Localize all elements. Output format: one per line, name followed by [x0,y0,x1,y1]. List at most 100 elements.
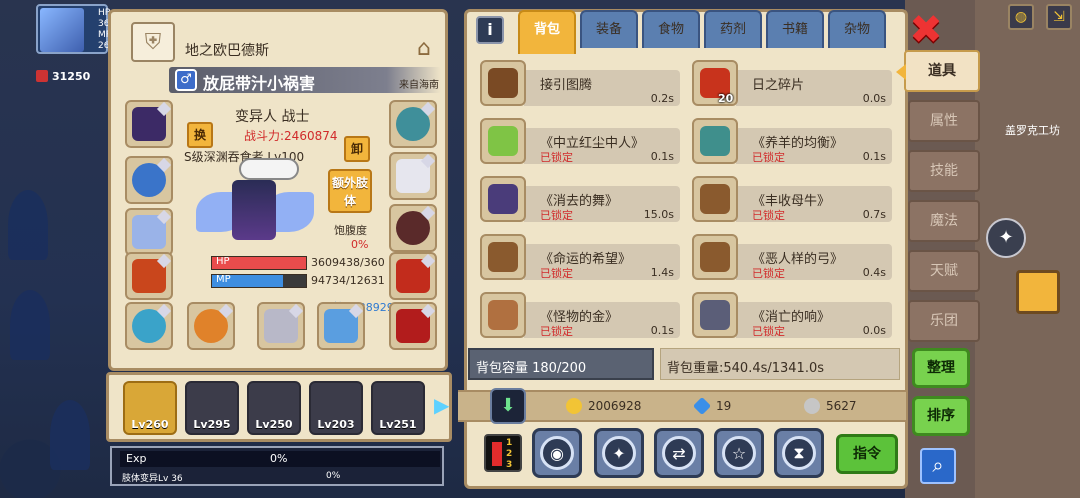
item-locked: 已锁定 [540,209,573,222]
silver-coin-icon [804,398,820,414]
tab-equipment[interactable]: 装备 [580,10,638,48]
tab-food[interactable]: 食物 [642,10,700,48]
item-locked: 已锁定 [752,151,785,164]
inventory-item[interactable]: 接引图腾 0.2s [474,58,680,106]
item-name: 接引图腾 [540,78,593,93]
side-tab-attributes[interactable]: 属性 [908,100,980,142]
item-weight: 1.4s [650,266,674,279]
tab-potion[interactable]: 药剂 [704,10,762,48]
side-tab-talent[interactable]: 天赋 [908,250,980,292]
swap-button[interactable]: 换 [187,122,213,148]
side-tab-skills[interactable]: 技能 [908,150,980,192]
unequip-button[interactable]: 卸 [344,136,370,162]
party-member[interactable]: Lv203 [309,381,363,435]
inventory-item[interactable]: 《消亡的响》 已锁定 0.0s [686,290,892,338]
action-button-eye[interactable]: ◉ [532,428,582,478]
equip-slot-ring[interactable] [125,302,173,350]
item-quantity: 20 [718,92,734,105]
inventory-item[interactable]: 《命运的希望》 已锁定 1.4s [474,232,680,280]
party-member[interactable]: Lv250 [247,381,301,435]
location-label: 盖罗克工坊 [1005,124,1060,137]
download-icon[interactable]: ⬇ [490,388,526,424]
inventory-item[interactable]: 《养羊的均衡》 已锁定 0.1s [686,116,892,164]
chest-icon [36,70,48,82]
tab-misc[interactable]: 杂物 [828,10,886,48]
satiety-value: 0% [351,238,369,251]
equip-slot-amulet[interactable] [389,100,437,148]
inventory-item[interactable]: 《恶人样的弓》 已锁定 0.4s [686,232,892,280]
item-weight: 0.7s [862,208,886,221]
close-icon[interactable]: ✖ [908,10,944,50]
tab-books[interactable]: 书籍 [766,10,824,48]
item-weight: 0.1s [862,150,886,163]
player-portrait [40,8,84,52]
party-member[interactable]: Lv260 [123,381,177,435]
item-weight: 0.4s [862,266,886,279]
equip-slot-offhand[interactable] [257,302,305,350]
character-panel: ⛨ 地之欧巴德斯 ⌂ ♂ 放屁带汁小祸害 来自海南 变异人 战士 战斗力:246… [108,9,448,371]
mp-text: 94734/12631 [311,274,385,287]
gold-coin-icon [566,398,582,414]
exp-value: 0% [270,452,288,465]
bag-weight: 背包重量:540.4s/1341.0s [660,348,900,380]
action-button-swap[interactable]: ⇄ [654,428,704,478]
action-button-star-badge[interactable]: ✦ [594,428,644,478]
pet-icon[interactable] [1016,270,1060,314]
inventory-item[interactable]: 《中立红尘中人》 已锁定 0.1s [474,116,680,164]
action-button-favorite[interactable]: ☆ [714,428,764,478]
hp-bar: HP [211,256,307,270]
inventory-item[interactable]: 日之碎片 0.0s 20 [686,58,892,106]
tab-bag[interactable]: 背包 [518,10,576,54]
compass-icon[interactable]: ✦ [986,218,1026,258]
star-icon: ☆ [722,436,756,470]
party-member[interactable]: Lv295 [185,381,239,435]
info-icon[interactable]: i [476,16,504,44]
item-weight: 0.0s [862,92,886,105]
inventory-item[interactable]: 《丰收母牛》 已锁定 0.7s [686,174,892,222]
item-locked: 已锁定 [752,325,785,338]
exit-icon[interactable]: ⇲ [1046,4,1072,30]
equip-slot-helmet[interactable] [125,100,173,148]
equip-slot-accessory[interactable] [187,302,235,350]
equip-slot-boots[interactable] [389,252,437,300]
wardrobe-hanger-icon[interactable]: ⌂ [395,28,453,68]
equip-slot-armor[interactable] [125,252,173,300]
tree-decoration [8,190,48,260]
sort-button[interactable]: 排序 [912,396,970,436]
item-weight: 15.0s [643,208,674,221]
party-next-arrow-icon[interactable]: ▶ [434,393,452,421]
limb-mutation-label: 肢体变异Lv 36 [122,474,183,484]
equip-slot-gloves[interactable] [389,152,437,200]
equip-slot-belt[interactable] [389,302,437,350]
item-icon [480,60,526,106]
organize-button[interactable]: 整理 [912,348,970,388]
search-icon[interactable]: ⌕ [920,448,956,484]
mp-bar: MP [211,274,307,288]
side-tab-items[interactable]: 道具 [896,50,980,92]
guild-emblem-icon[interactable]: ⛨ [131,22,175,62]
side-tab-band[interactable]: 乐团 [908,300,980,342]
item-icon [692,292,738,338]
item-locked: 已锁定 [752,209,785,222]
player-hud[interactable]: HP 3609438 MP 260 [36,4,138,54]
tree-decoration [50,400,90,470]
item-locked: 已锁定 [540,325,573,338]
limb-mutation-value: 0% [326,471,341,481]
equip-slot-fish[interactable] [317,302,365,350]
combat-power: 战斗力:2460874 [244,129,338,143]
inventory-list[interactable]: 接引图腾 0.2s 日之碎片 0.0s 20 《中立红尘中人》 已锁定 0.1s 《养羊的均衡》… [474,58,898,340]
inventory-item[interactable]: 《消去的舞》 已锁定 15.0s [474,174,680,222]
side-tab-magic[interactable]: 魔法 [908,200,980,242]
party-bar: Lv260 Lv295 Lv250 Lv203 Lv251 [106,372,452,442]
inventory-item[interactable]: 《怪物的金》 已锁定 0.1s [474,290,680,338]
equip-slot-mask[interactable] [389,204,437,252]
equip-slot-necklace[interactable] [125,156,173,204]
exp-label: Exp [126,452,147,465]
sort-123-icon[interactable]: 123 [484,434,522,472]
extra-limbs-button[interactable]: 额外肢体 [328,169,372,213]
party-member[interactable]: Lv251 [371,381,425,435]
globe-icon[interactable]: ◍ [1008,4,1034,30]
command-button[interactable]: 指令 [836,434,898,474]
equip-slot-weapon[interactable] [125,208,173,256]
action-button-timer[interactable]: ⧗ [774,428,824,478]
